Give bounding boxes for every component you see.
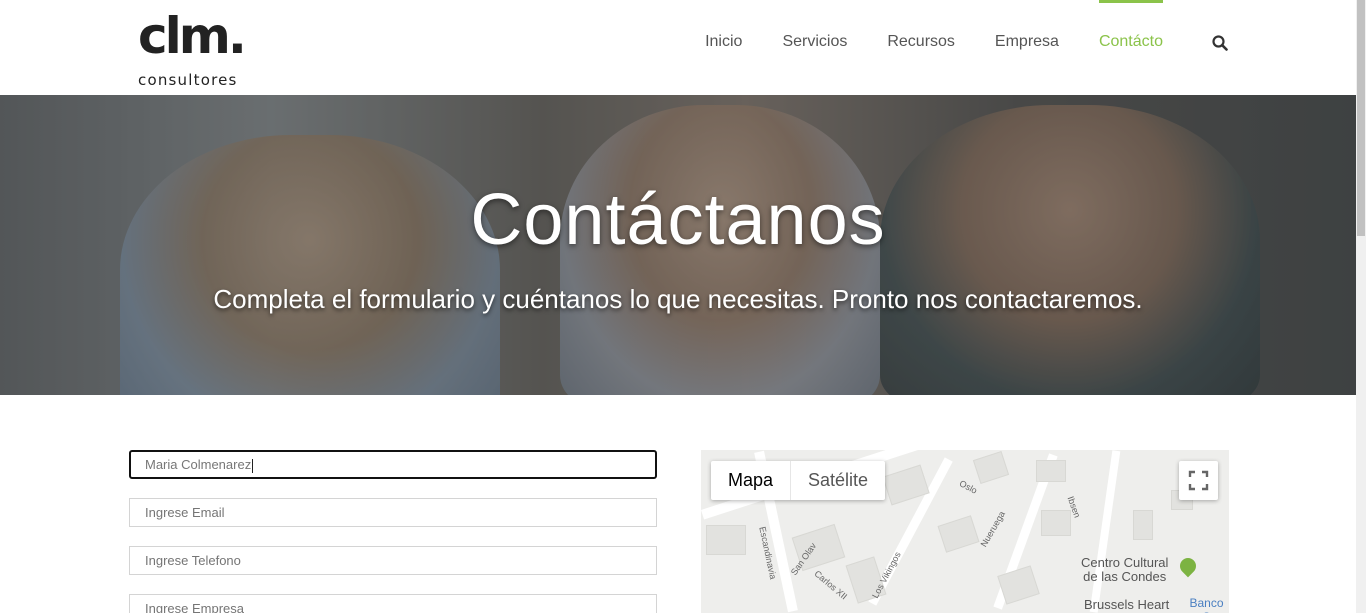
logo-mark: clm. xyxy=(138,7,247,65)
location-map[interactable]: Oslo Ibsen Escandinavia Nueruega San Ola… xyxy=(701,450,1229,613)
map-block xyxy=(1133,510,1153,540)
map-poi-centro-cultural[interactable]: Centro Cultural de las Condes xyxy=(1081,556,1168,584)
map-street-label: Carlos XII xyxy=(812,568,850,602)
phone-field[interactable]: Ingrese Telefono xyxy=(129,546,657,575)
scrollbar-thumb[interactable] xyxy=(1357,0,1365,236)
company-field[interactable]: Ingrese Empresa xyxy=(129,594,657,613)
map-poi-brussels-heart[interactable]: Brussels Heart xyxy=(1084,598,1169,612)
map-poi-banco[interactable]: Banco S xyxy=(1184,596,1229,613)
map-type-control: Mapa Satélite xyxy=(711,461,886,500)
name-field[interactable]: Maria Colmenarez xyxy=(129,450,657,479)
nav-item-contacto[interactable]: Contácto xyxy=(1098,0,1164,95)
logo[interactable]: clm. consultores xyxy=(138,8,248,90)
nav-item-empresa[interactable]: Empresa xyxy=(995,0,1059,95)
fullscreen-icon[interactable] xyxy=(1179,461,1218,500)
map-block xyxy=(937,515,980,553)
map-type-map-button[interactable]: Mapa xyxy=(711,461,790,500)
map-type-satellite-button[interactable]: Satélite xyxy=(790,461,885,500)
nav-item-recursos[interactable]: Recursos xyxy=(887,0,955,95)
nav-item-inicio[interactable]: Inicio xyxy=(705,0,742,95)
name-value: Maria Colmenarez xyxy=(145,457,252,472)
hero-banner: Contáctanos Completa el formulario y cué… xyxy=(0,95,1356,395)
text-caret xyxy=(252,458,254,473)
map-block xyxy=(1041,510,1071,536)
page-scrollbar[interactable] xyxy=(1356,0,1366,613)
nav-item-servicios[interactable]: Servicios xyxy=(782,0,847,95)
search-icon[interactable] xyxy=(1212,35,1228,51)
site-header: clm. consultores Inicio Servicios Recurs… xyxy=(0,0,1356,95)
map-block xyxy=(1036,460,1066,482)
email-field[interactable]: Ingrese Email xyxy=(129,498,657,527)
logo-subtitle: consultores xyxy=(138,71,238,89)
map-block xyxy=(997,565,1040,605)
hero-subtitle: Completa el formulario y cuéntanos lo qu… xyxy=(213,284,1143,314)
main-nav: Inicio Servicios Recursos Empresa Contác… xyxy=(665,0,1164,95)
hero-title: Contáctanos xyxy=(470,180,886,260)
map-pin-icon[interactable] xyxy=(1176,554,1200,578)
map-road xyxy=(1089,450,1121,613)
map-block xyxy=(706,525,746,555)
map-block xyxy=(972,450,1010,485)
map-street-label: Nueruega xyxy=(978,509,1007,549)
map-street-label: Oslo xyxy=(957,478,979,496)
